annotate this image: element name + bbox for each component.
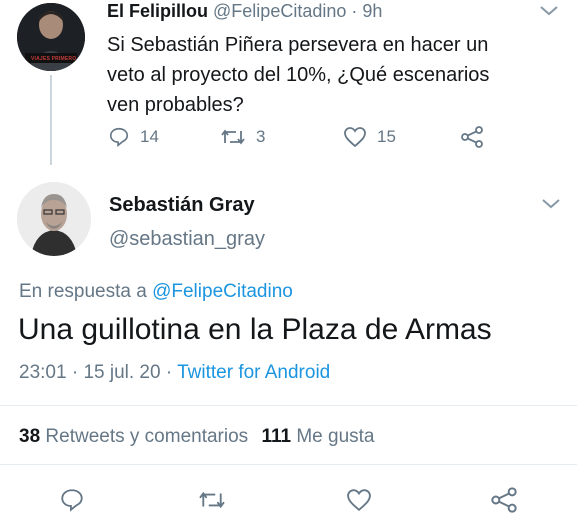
reply-icon: [59, 487, 85, 513]
likes-label: Me gusta: [296, 426, 375, 447]
heart-icon: [343, 126, 367, 148]
avatar-el-felipillou[interactable]: VIAJES PRIMERO: [17, 3, 85, 71]
avatar-caption: VIAJES PRIMERO: [31, 56, 77, 62]
like-button[interactable]: 15: [343, 126, 396, 148]
reply-button[interactable]: [59, 487, 85, 513]
header-separator: ·: [351, 1, 358, 21]
like-count: 15: [377, 127, 396, 146]
like-button[interactable]: [345, 488, 373, 512]
reply-button[interactable]: 14: [108, 126, 159, 148]
retweet-button[interactable]: [197, 488, 227, 512]
text-line: Si Sebastián Piñera persevera en hacer u…: [107, 34, 489, 56]
tweet-stats: 38 Retweets y comentarios 111 Me gusta: [19, 426, 375, 448]
text-line: veto al proyecto del 10%, ¿Qué escenario…: [107, 64, 490, 86]
reply-icon: [108, 126, 130, 148]
retweet-button[interactable]: 3: [220, 126, 265, 148]
retweet-icon: [220, 126, 246, 148]
reply-context: En respuesta a @FelipeCitadino: [19, 281, 293, 303]
parent-tweet-text: Si Sebastián Piñera persevera en hacer u…: [107, 30, 489, 120]
meta-separator: ·: [165, 362, 173, 383]
share-button[interactable]: [490, 487, 518, 513]
avatar-sebastian-gray[interactable]: [17, 182, 91, 256]
parent-header: El Felipillou @FelipeCitadino · 9h: [107, 1, 382, 22]
main-author-handle[interactable]: @sebastian_gray: [109, 228, 265, 251]
divider: [0, 464, 577, 465]
share-button[interactable]: [460, 126, 484, 148]
retweets-label: Retweets y comentarios: [45, 426, 249, 447]
tweet-time[interactable]: 23:01: [19, 362, 67, 383]
chevron-down-icon[interactable]: [540, 197, 562, 211]
likes-count: 111: [261, 426, 292, 447]
retweet-icon: [197, 488, 227, 512]
reply-to-link[interactable]: @FelipeCitadino: [152, 281, 293, 302]
likes-stat[interactable]: 111 Me gusta: [261, 426, 374, 447]
chevron-down-icon[interactable]: [538, 4, 560, 18]
thread-line: [50, 75, 52, 165]
divider: [0, 405, 577, 406]
retweets-count: 38: [19, 426, 41, 447]
share-icon: [490, 487, 518, 513]
retweets-stat[interactable]: 38 Retweets y comentarios: [19, 426, 253, 447]
tweet-time[interactable]: 9h: [362, 1, 382, 21]
author-name[interactable]: El Felipillou: [107, 1, 208, 21]
text-line: ven probables?: [107, 94, 244, 116]
tweet-meta: 23:01 · 15 jul. 20 · Twitter for Android: [19, 362, 330, 384]
reply-count: 14: [140, 127, 159, 146]
share-icon: [460, 126, 484, 148]
tweet-source-link[interactable]: Twitter for Android: [177, 362, 330, 383]
retweet-count: 3: [256, 127, 266, 146]
tweet-date[interactable]: 15 jul. 20: [83, 362, 160, 383]
meta-separator: ·: [71, 362, 79, 383]
author-handle[interactable]: @FelipeCitadino: [213, 1, 346, 21]
main-tweet-text: Una guillotina en la Plaza de Armas: [18, 313, 492, 346]
main-author-name[interactable]: Sebastián Gray: [109, 194, 255, 217]
avatar-image: [17, 182, 91, 256]
reply-prefix: En respuesta a: [19, 281, 147, 302]
heart-icon: [345, 488, 373, 512]
